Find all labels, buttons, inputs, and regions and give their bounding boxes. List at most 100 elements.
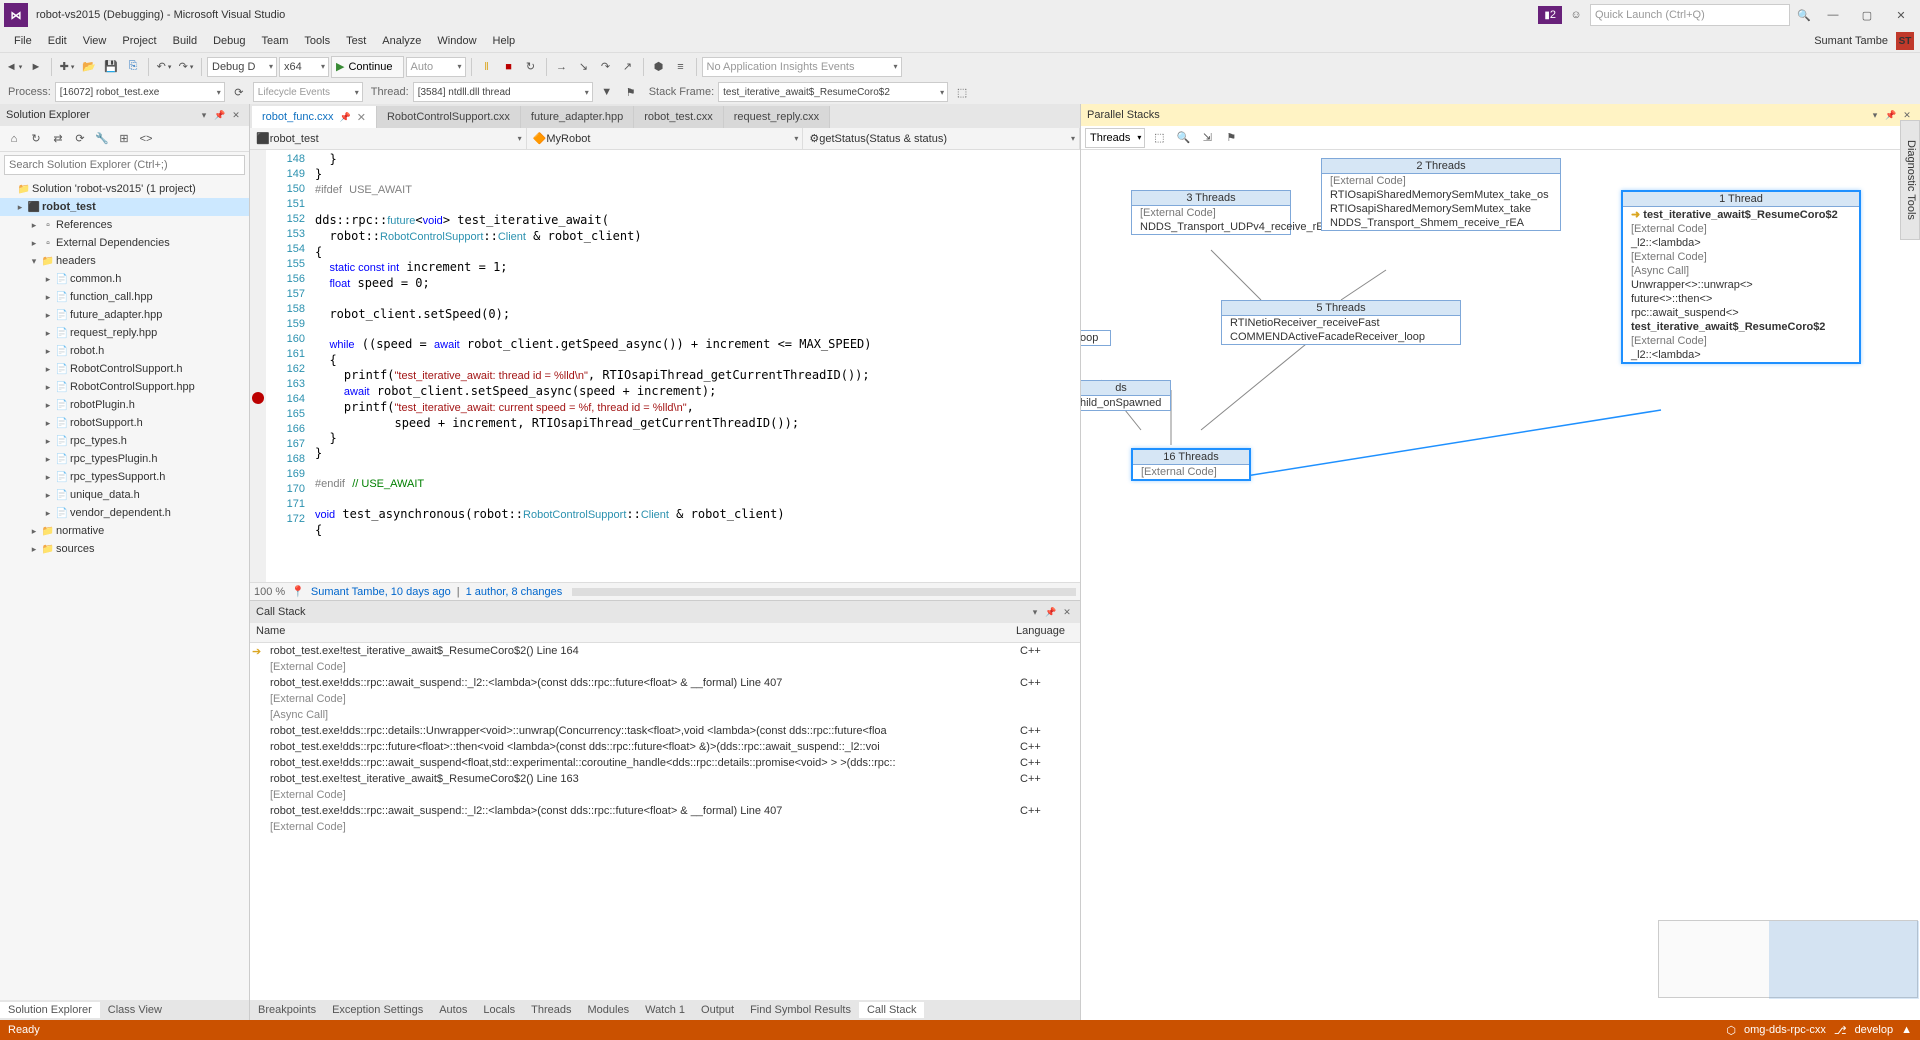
file-item[interactable]: ▸📄rpc_typesPlugin.h <box>0 450 249 468</box>
file-item[interactable]: ▸📄RobotControlSupport.hpp <box>0 378 249 396</box>
repo-icon[interactable]: ⬡ <box>1726 1024 1736 1037</box>
tab-request-reply[interactable]: request_reply.cxx <box>724 106 830 128</box>
view-code-icon[interactable]: <> <box>136 129 156 149</box>
process-combo[interactable]: [16072] robot_test.exe <box>55 82 225 102</box>
menu-analyze[interactable]: Analyze <box>374 33 429 49</box>
call-stack-row[interactable]: [External Code] <box>250 691 1080 707</box>
step-over-button[interactable]: ↷ <box>596 57 616 77</box>
file-item[interactable]: ▸📄request_reply.hpp <box>0 324 249 342</box>
refresh-icon[interactable]: ⟳ <box>70 129 90 149</box>
nav-project[interactable]: ⬛ robot_test <box>250 128 527 149</box>
references-node[interactable]: ▸▫References <box>0 216 249 234</box>
feedback-icon[interactable]: ☺ <box>1566 5 1586 25</box>
codelens-changes[interactable]: 1 author, 8 changes <box>466 586 563 598</box>
call-stack-row[interactable]: robot_test.exe!dds::rpc::await_suspend<f… <box>250 755 1080 771</box>
solution-tree[interactable]: 📁Solution 'robot-vs2015' (1 project) ▸⬛r… <box>0 178 249 1000</box>
solution-node[interactable]: 📁Solution 'robot-vs2015' (1 project) <box>0 180 249 198</box>
stack-box-3-threads[interactable]: 3 Threads [External Code] NDDS_Transport… <box>1131 190 1291 235</box>
close-tab-icon[interactable]: ✕ <box>357 111 366 124</box>
view-combo[interactable]: Threads <box>1085 128 1145 148</box>
thread-filter-icon[interactable]: ▼ <box>597 82 617 102</box>
file-item[interactable]: ▸📄unique_data.h <box>0 486 249 504</box>
file-item[interactable]: ▸📄future_adapter.hpp <box>0 306 249 324</box>
file-item[interactable]: ▸📄robot.h <box>0 342 249 360</box>
pane-pin-icon[interactable]: 📌 <box>1884 108 1898 122</box>
debug-tab[interactable]: Call Stack <box>859 1002 925 1018</box>
stack-box-16-threads[interactable]: 16 Threads [External Code] <box>1131 448 1251 481</box>
file-item[interactable]: ▸📄vendor_dependent.h <box>0 504 249 522</box>
debug-tab[interactable]: Threads <box>523 1002 579 1018</box>
pane-close-icon[interactable]: ✕ <box>1060 605 1074 619</box>
menu-debug[interactable]: Debug <box>205 33 253 49</box>
show-all-icon[interactable]: ⊞ <box>114 129 134 149</box>
tab-class-view[interactable]: Class View <box>100 1002 170 1018</box>
sources-folder[interactable]: ▸📁sources <box>0 540 249 558</box>
lifecycle-combo[interactable]: Lifecycle Events <box>253 82 363 102</box>
col-name[interactable]: Name <box>250 623 1010 642</box>
minimap[interactable] <box>1658 920 1918 998</box>
menu-edit[interactable]: Edit <box>40 33 75 49</box>
redo-button[interactable]: ↷ <box>176 57 196 77</box>
platform-combo[interactable]: x64 <box>279 57 329 77</box>
maximize-button[interactable]: ▢ <box>1852 4 1882 26</box>
stack-box-1-thread[interactable]: 1 Thread ➜ test_iterative_await$_ResumeC… <box>1621 190 1861 364</box>
search-icon[interactable]: 🔍 <box>1794 5 1814 25</box>
pane-pin-icon[interactable]: 📌 <box>213 108 227 122</box>
tab-solution-explorer[interactable]: Solution Explorer <box>0 1002 100 1018</box>
pane-pin-icon[interactable]: 📌 <box>1044 605 1058 619</box>
hex-button[interactable]: ⬢ <box>649 57 669 77</box>
stack-box-loop[interactable]: oop <box>1081 330 1111 346</box>
user-name-label[interactable]: Sumant Tambe <box>1806 33 1896 49</box>
file-item[interactable]: ▸📄common.h <box>0 270 249 288</box>
stack-box-5-threads[interactable]: 5 Threads RTINetioReceiver_receiveFast C… <box>1221 300 1461 345</box>
step-into-button[interactable]: ↘ <box>574 57 594 77</box>
headers-folder[interactable]: ▾📁headers <box>0 252 249 270</box>
nav-class[interactable]: 🔶 MyRobot <box>527 128 804 149</box>
step-out-button[interactable]: ↗ <box>618 57 638 77</box>
call-stack-row[interactable]: robot_test.exe!test_iterative_await$_Res… <box>250 643 1080 659</box>
file-item[interactable]: ▸📄rpc_types.h <box>0 432 249 450</box>
new-button[interactable]: ✚ <box>57 57 77 77</box>
debug-tab[interactable]: Locals <box>475 1002 523 1018</box>
zoom-icon[interactable]: 🔍 <box>1173 128 1193 148</box>
debug-tab[interactable]: Breakpoints <box>250 1002 324 1018</box>
codelens-author[interactable]: Sumant Tambe, 10 days ago <box>311 586 451 598</box>
branch-icon[interactable]: ⎇ <box>1834 1024 1847 1037</box>
pane-menu-icon[interactable]: ▾ <box>197 108 211 122</box>
debug-tab[interactable]: Output <box>693 1002 742 1018</box>
tab-robot-func[interactable]: robot_func.cxx📌✕ <box>252 106 377 128</box>
toggle-method-icon[interactable]: ⬚ <box>1149 128 1169 148</box>
menu-view[interactable]: View <box>75 33 115 49</box>
col-language[interactable]: Language <box>1010 623 1080 642</box>
minimize-button[interactable]: — <box>1818 4 1848 26</box>
menu-test[interactable]: Test <box>338 33 374 49</box>
project-node[interactable]: ▸⬛robot_test <box>0 198 249 216</box>
thread-combo[interactable]: [3584] ntdll.dll thread <box>413 82 593 102</box>
call-stack-row[interactable]: robot_test.exe!test_iterative_await$_Res… <box>250 771 1080 787</box>
diagnostic-tools-tab[interactable]: Diagnostic Tools <box>1900 120 1920 240</box>
back-button[interactable]: ◄ <box>4 57 24 77</box>
pane-menu-icon[interactable]: ▾ <box>1868 108 1882 122</box>
call-stack-row[interactable]: robot_test.exe!dds::rpc::details::Unwrap… <box>250 723 1080 739</box>
call-stack-row[interactable]: [External Code] <box>250 659 1080 675</box>
continue-button[interactable]: ▶Continue <box>331 56 404 78</box>
tab-robotcontrolsupport[interactable]: RobotControlSupport.cxx <box>377 106 521 128</box>
stack-box-hild[interactable]: ds hild_onSpawned <box>1081 380 1171 411</box>
save-button[interactable]: 💾 <box>101 57 121 77</box>
process-cycle-icon[interactable]: ⟳ <box>229 82 249 102</box>
external-deps-node[interactable]: ▸▫External Dependencies <box>0 234 249 252</box>
pane-close-icon[interactable]: ✕ <box>229 108 243 122</box>
debug-tab[interactable]: Autos <box>431 1002 475 1018</box>
code-area[interactable]: } } #ifdef USE_AWAIT dds::rpc::future<vo… <box>311 150 1080 582</box>
call-stack-row[interactable]: [External Code] <box>250 819 1080 835</box>
break-all-button[interactable]: ‖ <box>477 57 497 77</box>
open-button[interactable]: 📂 <box>79 57 99 77</box>
file-item[interactable]: ▸📄function_call.hpp <box>0 288 249 306</box>
tab-future-adapter[interactable]: future_adapter.hpp <box>521 106 634 128</box>
pin-icon[interactable]: 📌 <box>340 112 351 123</box>
stop-button[interactable]: ■ <box>499 57 519 77</box>
parallel-canvas[interactable]: 3 Threads [External Code] NDDS_Transport… <box>1081 150 1920 1020</box>
quick-launch-input[interactable]: Quick Launch (Ctrl+Q) <box>1590 4 1790 26</box>
frame-combo[interactable]: test_iterative_await$_ResumeCoro$2 <box>718 82 948 102</box>
close-button[interactable]: ✕ <box>1886 4 1916 26</box>
